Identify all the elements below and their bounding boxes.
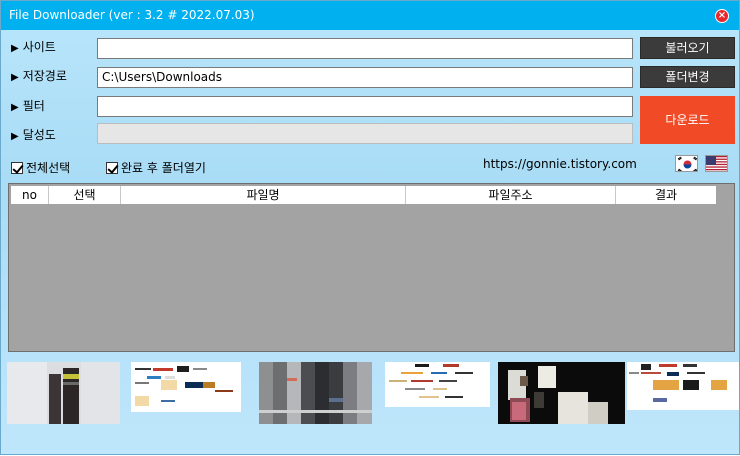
column-header-filename[interactable]: 파일명 xyxy=(121,186,406,204)
us-flag-icon[interactable] xyxy=(705,155,728,172)
site-input[interactable] xyxy=(97,38,633,59)
column-header-select[interactable]: 선택 xyxy=(49,186,121,204)
thumbnail-image[interactable] xyxy=(259,362,372,424)
column-header-url[interactable]: 파일주소 xyxy=(406,186,616,204)
checkbox-checked-icon xyxy=(11,162,23,174)
title-bar[interactable]: File Downloader (ver : 3.2 # 2022.07.03)… xyxy=(1,1,739,30)
thumbnail-strip xyxy=(1,359,740,456)
checkbox-checked-icon xyxy=(106,162,118,174)
triangle-right-icon: ▶ xyxy=(11,43,19,54)
thumbnail-image[interactable] xyxy=(627,362,739,410)
column-header-result[interactable]: 결과 xyxy=(616,186,716,204)
column-header-no[interactable]: no xyxy=(11,186,49,204)
filter-input[interactable] xyxy=(97,96,633,117)
download-button[interactable]: 다운로드 xyxy=(640,96,735,144)
progress-bar xyxy=(97,123,633,144)
korean-flag-icon[interactable] xyxy=(675,155,698,172)
file-table[interactable]: no 선택 파일명 파일주소 결과 xyxy=(8,183,735,352)
site-label: ▶사이트 xyxy=(11,38,56,55)
triangle-right-icon: ▶ xyxy=(11,131,19,142)
thumbnail-image[interactable] xyxy=(498,362,625,424)
progress-label: ▶달성도 xyxy=(11,126,56,143)
window-title: File Downloader (ver : 3.2 # 2022.07.03) xyxy=(9,8,255,22)
thumbnail-image[interactable] xyxy=(131,362,241,412)
thumbnail-image[interactable] xyxy=(385,362,490,407)
select-all-checkbox[interactable]: 전체선택 xyxy=(11,160,70,176)
close-icon[interactable]: × xyxy=(715,9,729,23)
open-folder-checkbox[interactable]: 완료 후 폴더열기 xyxy=(106,160,206,176)
site-link[interactable]: https://gonnie.tistory.com xyxy=(483,157,637,171)
filter-label: ▶필터 xyxy=(11,97,45,114)
table-header: no 선택 파일명 파일주소 결과 xyxy=(11,186,716,204)
load-button[interactable]: 불러오기 xyxy=(640,37,735,59)
app-window: File Downloader (ver : 3.2 # 2022.07.03)… xyxy=(0,0,740,455)
triangle-right-icon: ▶ xyxy=(11,102,19,113)
change-folder-button[interactable]: 폴더변경 xyxy=(640,66,735,88)
thumbnail-image[interactable] xyxy=(7,362,120,424)
save-path-input[interactable]: C:\Users\Downloads xyxy=(97,67,633,88)
triangle-right-icon: ▶ xyxy=(11,72,19,83)
save-path-label: ▶저장경로 xyxy=(11,67,67,84)
